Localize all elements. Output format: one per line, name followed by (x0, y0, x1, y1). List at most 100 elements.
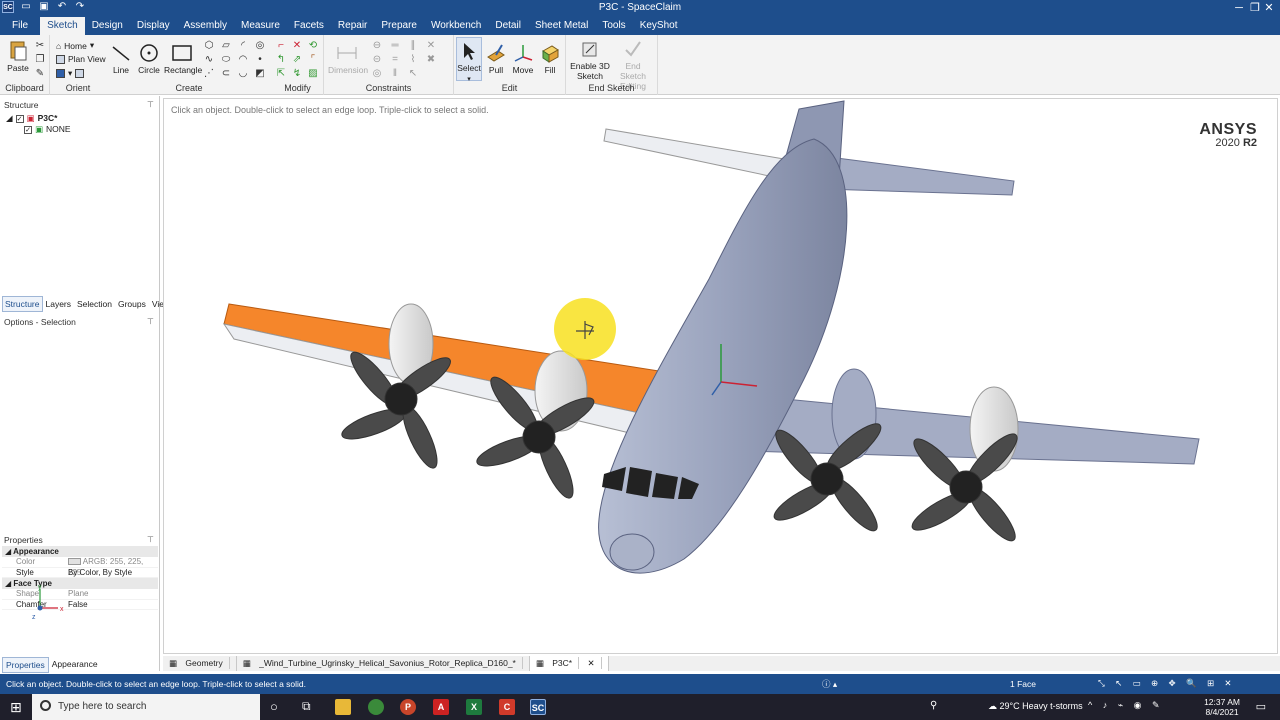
select-button[interactable]: Select ▾ (456, 37, 482, 83)
fix-icon[interactable]: ✖ (426, 55, 436, 65)
view-cube-button[interactable]: ▾ (56, 68, 85, 79)
visibility-checkbox[interactable]: ✓ (15, 114, 24, 123)
tree-root-item[interactable]: ◢ ✓ ▣ P3C* (6, 113, 71, 124)
vertical-icon[interactable]: = (390, 55, 400, 65)
chrome-icon[interactable] (368, 699, 384, 715)
property-row[interactable]: Shape Plane (2, 589, 158, 600)
appearance-section[interactable]: ◢ Appearance (2, 546, 158, 557)
tab-file[interactable]: File (0, 17, 40, 35)
tab-design[interactable]: Design (85, 17, 130, 35)
tab-keyshot[interactable]: KeyShot (633, 17, 685, 35)
tab-geometry[interactable]: ▦ Geometry (163, 656, 237, 671)
spaceclaim-taskbar-icon[interactable]: SC (530, 699, 546, 715)
coincident-icon[interactable]: ⊖ (372, 41, 382, 51)
project-icon[interactable]: ⇱ (276, 69, 286, 79)
arc-icon[interactable]: ◠ (238, 55, 248, 65)
tab-prepare[interactable]: Prepare (374, 17, 424, 35)
cortana-icon[interactable]: ○ (270, 699, 278, 714)
point-icon[interactable]: • (255, 55, 265, 65)
info-icon[interactable]: ⓘ ▴ (822, 678, 837, 690)
airplane-model[interactable] (164, 99, 1278, 654)
tab-sketch[interactable]: Sketch (40, 17, 85, 35)
home-button[interactable]: ⌂ Home ▾ (56, 40, 94, 51)
scale-icon[interactable]: ▨ (308, 69, 318, 79)
tab-sheet-metal[interactable]: Sheet Metal (528, 17, 595, 35)
tab-repair[interactable]: Repair (331, 17, 374, 35)
tab-properties[interactable]: Properties (2, 657, 49, 673)
copy-icon[interactable]: ❐ (35, 55, 45, 65)
windows-start-icon[interactable]: ⊞ (10, 699, 22, 716)
property-row[interactable]: Color ARGB: 255, 225, 225 (2, 557, 158, 577)
circle-button[interactable]: Circle (136, 43, 162, 75)
tab-p3c[interactable]: ▦ P3C* ✕ (529, 656, 609, 671)
plan-view-button[interactable]: Plan View (56, 54, 106, 64)
close-icon[interactable]: ✕ (1258, 0, 1280, 17)
tab-detail[interactable]: Detail (488, 17, 528, 35)
line-button[interactable]: Line (110, 43, 132, 75)
move-button[interactable]: Move (510, 43, 536, 75)
app-icon[interactable]: C (499, 699, 515, 715)
rectangle-button[interactable]: Rectangle (164, 43, 202, 75)
horizontal-icon[interactable]: ═ (390, 41, 400, 51)
3d-viewport[interactable]: Click an object. Double-click to select … (163, 98, 1278, 654)
tangent-icon[interactable]: ⌇ (408, 55, 418, 65)
tangent-arc-icon[interactable]: ◜ (238, 41, 248, 51)
taskbar-search[interactable]: Type here to search (32, 694, 260, 720)
tab-display[interactable]: Display (130, 17, 177, 35)
slot-icon[interactable]: ⊂ (221, 69, 231, 79)
equal-icon[interactable]: ⊝ (372, 55, 382, 65)
three-point-rect-icon[interactable]: ▱ (221, 41, 231, 51)
polygon-icon[interactable]: ⬡ (204, 41, 214, 51)
split-curve-icon[interactable]: ✕ (292, 41, 302, 51)
tab-wind-turbine[interactable]: ▦ _Wind_Turbine_Ugrinsky_Helical_Savoniu… (237, 656, 530, 671)
tab-appearance[interactable]: Appearance (49, 657, 101, 673)
enable-3d-sketch-button[interactable]: Enable 3D Sketch (570, 39, 610, 81)
autocad-icon[interactable]: A (433, 699, 449, 715)
file-explorer-icon[interactable] (335, 699, 351, 715)
property-row[interactable]: Chamfer False (2, 600, 158, 610)
tab-groups[interactable]: Groups (115, 296, 149, 312)
ellipse-icon[interactable]: ⬭ (221, 55, 231, 65)
pin-icon[interactable]: ⊤ (147, 98, 154, 112)
perpendicular-icon[interactable]: ✕ (426, 41, 436, 51)
visibility-checkbox[interactable]: ✓ (24, 125, 32, 134)
tab-layers[interactable]: Layers (43, 296, 75, 312)
spline-icon[interactable]: ∿ (204, 55, 214, 65)
extend-icon[interactable]: ⇗ (292, 55, 302, 65)
concentric-icon[interactable]: ◎ (372, 69, 382, 79)
midpoint-icon[interactable]: ‖ (390, 69, 400, 79)
tab-measure[interactable]: Measure (234, 17, 287, 35)
view-tools-icons[interactable]: ⤡ ↖ ▭ ⊕ ✥ 🔍 ⊞ ✕ (1098, 678, 1236, 689)
taskbar-clock[interactable]: 12:37 AM 8/4/2021 (1204, 697, 1240, 717)
fill-button[interactable]: Fill (538, 43, 562, 75)
parallel-icon[interactable]: ∥ (408, 41, 418, 51)
sweep-arc-icon[interactable]: ◡ (238, 69, 248, 79)
format-painter-icon[interactable]: ✎ (35, 69, 45, 79)
task-view-icon[interactable]: ⧉ (302, 699, 311, 714)
circle-3pt-icon[interactable]: ◎ (255, 41, 265, 51)
tab-assembly[interactable]: Assembly (177, 17, 234, 35)
bend-icon[interactable]: ↯ (292, 69, 302, 79)
offset-icon[interactable]: ⟲ (308, 41, 318, 51)
pin-icon[interactable]: ⊤ (147, 315, 154, 329)
weather-widget[interactable]: ☁ 29°C Heavy t-storms (988, 701, 1083, 712)
pull-button[interactable]: Pull (484, 43, 508, 75)
corner-icon[interactable]: ⌜ (308, 55, 318, 65)
paste-button[interactable]: Paste (6, 39, 30, 73)
dimension-button[interactable]: Dimension (328, 43, 368, 75)
powerpoint-icon[interactable]: P (400, 699, 416, 715)
construction-line-icon[interactable]: ⋰ (204, 69, 214, 79)
excel-icon[interactable]: X (466, 699, 482, 715)
people-icon[interactable]: ⚲ (930, 700, 937, 711)
property-row[interactable]: Style By Color, By Style (2, 568, 158, 578)
symmetric-icon[interactable]: ↖ (408, 69, 418, 79)
tab-structure[interactable]: Structure (2, 296, 43, 312)
notifications-icon[interactable]: ▭ (1256, 700, 1266, 713)
tab-selection[interactable]: Selection (74, 296, 115, 312)
expand-icon[interactable]: ◢ (6, 113, 13, 124)
pin-icon[interactable]: ⊤ (147, 533, 154, 547)
system-tray-icons[interactable]: ^ ♪ ⌁ ◉ ✎ (1088, 700, 1164, 711)
cut-icon[interactable]: ✂ (35, 41, 45, 51)
close-tab-icon[interactable]: ✕ (581, 657, 602, 669)
fillet-icon[interactable]: ↰ (276, 55, 286, 65)
